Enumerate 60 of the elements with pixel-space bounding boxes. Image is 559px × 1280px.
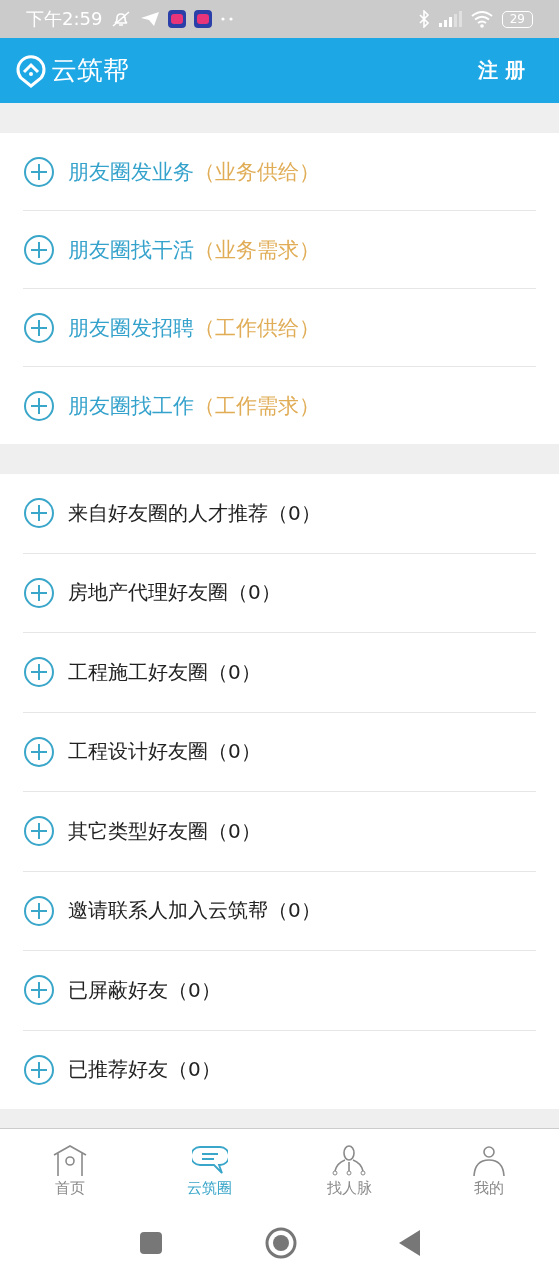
list-item[interactable]: 来自好友圈的人才推荐（0） (23, 474, 536, 554)
plus-icon (23, 389, 55, 422)
list-item[interactable]: 房地产代理好友圈（0） (23, 553, 536, 633)
item-note: （工作供给） (194, 314, 320, 342)
app-logo: 云筑帮 (51, 54, 129, 87)
list-item[interactable]: 其它类型好友圈（0） (23, 792, 536, 872)
plus-icon (23, 576, 55, 609)
send-icon (140, 10, 161, 28)
wifi-icon (469, 10, 494, 28)
plus-icon (23, 233, 55, 266)
app-icon (168, 10, 187, 28)
plus-icon (23, 894, 55, 927)
house-icon (51, 1144, 88, 1177)
list-item[interactable]: 朋友圈找工作（工作需求） (23, 367, 536, 444)
chat-icon (191, 1144, 228, 1177)
person-icon (471, 1144, 508, 1177)
list-item[interactable]: 已推荐好友（0） (23, 1030, 536, 1109)
item-label: 其它类型好友圈（0） (68, 817, 261, 845)
plus-icon (23, 974, 55, 1007)
item-label: 房地产代理好友圈（0） (68, 579, 281, 607)
home-icon[interactable] (264, 1226, 297, 1259)
plus-icon (23, 656, 55, 689)
list-item[interactable]: 朋友圈发业务（业务供给） (23, 133, 536, 211)
item-note: （业务供给） (194, 158, 320, 186)
bluetooth-icon (417, 10, 430, 28)
network-icon (331, 1144, 368, 1177)
plus-icon (23, 735, 55, 768)
list-item[interactable]: 邀请联系人加入云筑帮（0） (23, 871, 536, 951)
list-item[interactable]: 工程施工好友圈（0） (23, 633, 536, 713)
item-note: （工作需求） (194, 392, 320, 420)
list-item[interactable]: 朋友圈发招聘（工作供给） (23, 289, 536, 367)
logo-icon (15, 53, 47, 88)
item-title: 朋友圈找干活 (68, 236, 194, 264)
plus-icon (23, 497, 55, 530)
nav-tab[interactable]: 首页 (0, 1129, 140, 1213)
plus-icon (23, 311, 55, 344)
item-title: 朋友圈发招聘 (68, 314, 194, 342)
plus-icon (23, 155, 55, 188)
app-icon (194, 10, 213, 28)
nav-tab[interactable]: 找人脉 (279, 1129, 420, 1213)
plus-icon (23, 1053, 55, 1086)
plus-icon (23, 815, 55, 848)
list-item[interactable]: 朋友圈找干活（业务需求） (23, 211, 536, 289)
list-item[interactable]: 已屏蔽好友（0） (23, 951, 536, 1031)
item-label: 工程设计好友圈（0） (68, 738, 261, 766)
item-label: 已推荐好友（0） (68, 1056, 221, 1084)
register-button[interactable]: 注 册 (474, 53, 529, 88)
item-label: 邀请联系人加入云筑帮（0） (68, 897, 321, 925)
item-title: 朋友圈发业务 (68, 158, 194, 186)
item-label: 来自好友圈的人才推荐（0） (68, 499, 321, 527)
item-label: 工程施工好友圈（0） (68, 658, 261, 686)
recent-apps-icon[interactable] (138, 1230, 163, 1255)
item-note: （业务需求） (194, 236, 320, 264)
nav-tab[interactable]: 我的 (419, 1129, 559, 1213)
list-item[interactable]: 工程设计好友圈（0） (23, 712, 536, 792)
nav-tab[interactable]: 云筑圈 (139, 1129, 280, 1213)
back-icon[interactable] (398, 1229, 421, 1256)
item-label: 已屏蔽好友（0） (68, 976, 221, 1004)
signal-icon (437, 11, 462, 27)
item-title: 朋友圈找工作 (68, 392, 194, 420)
